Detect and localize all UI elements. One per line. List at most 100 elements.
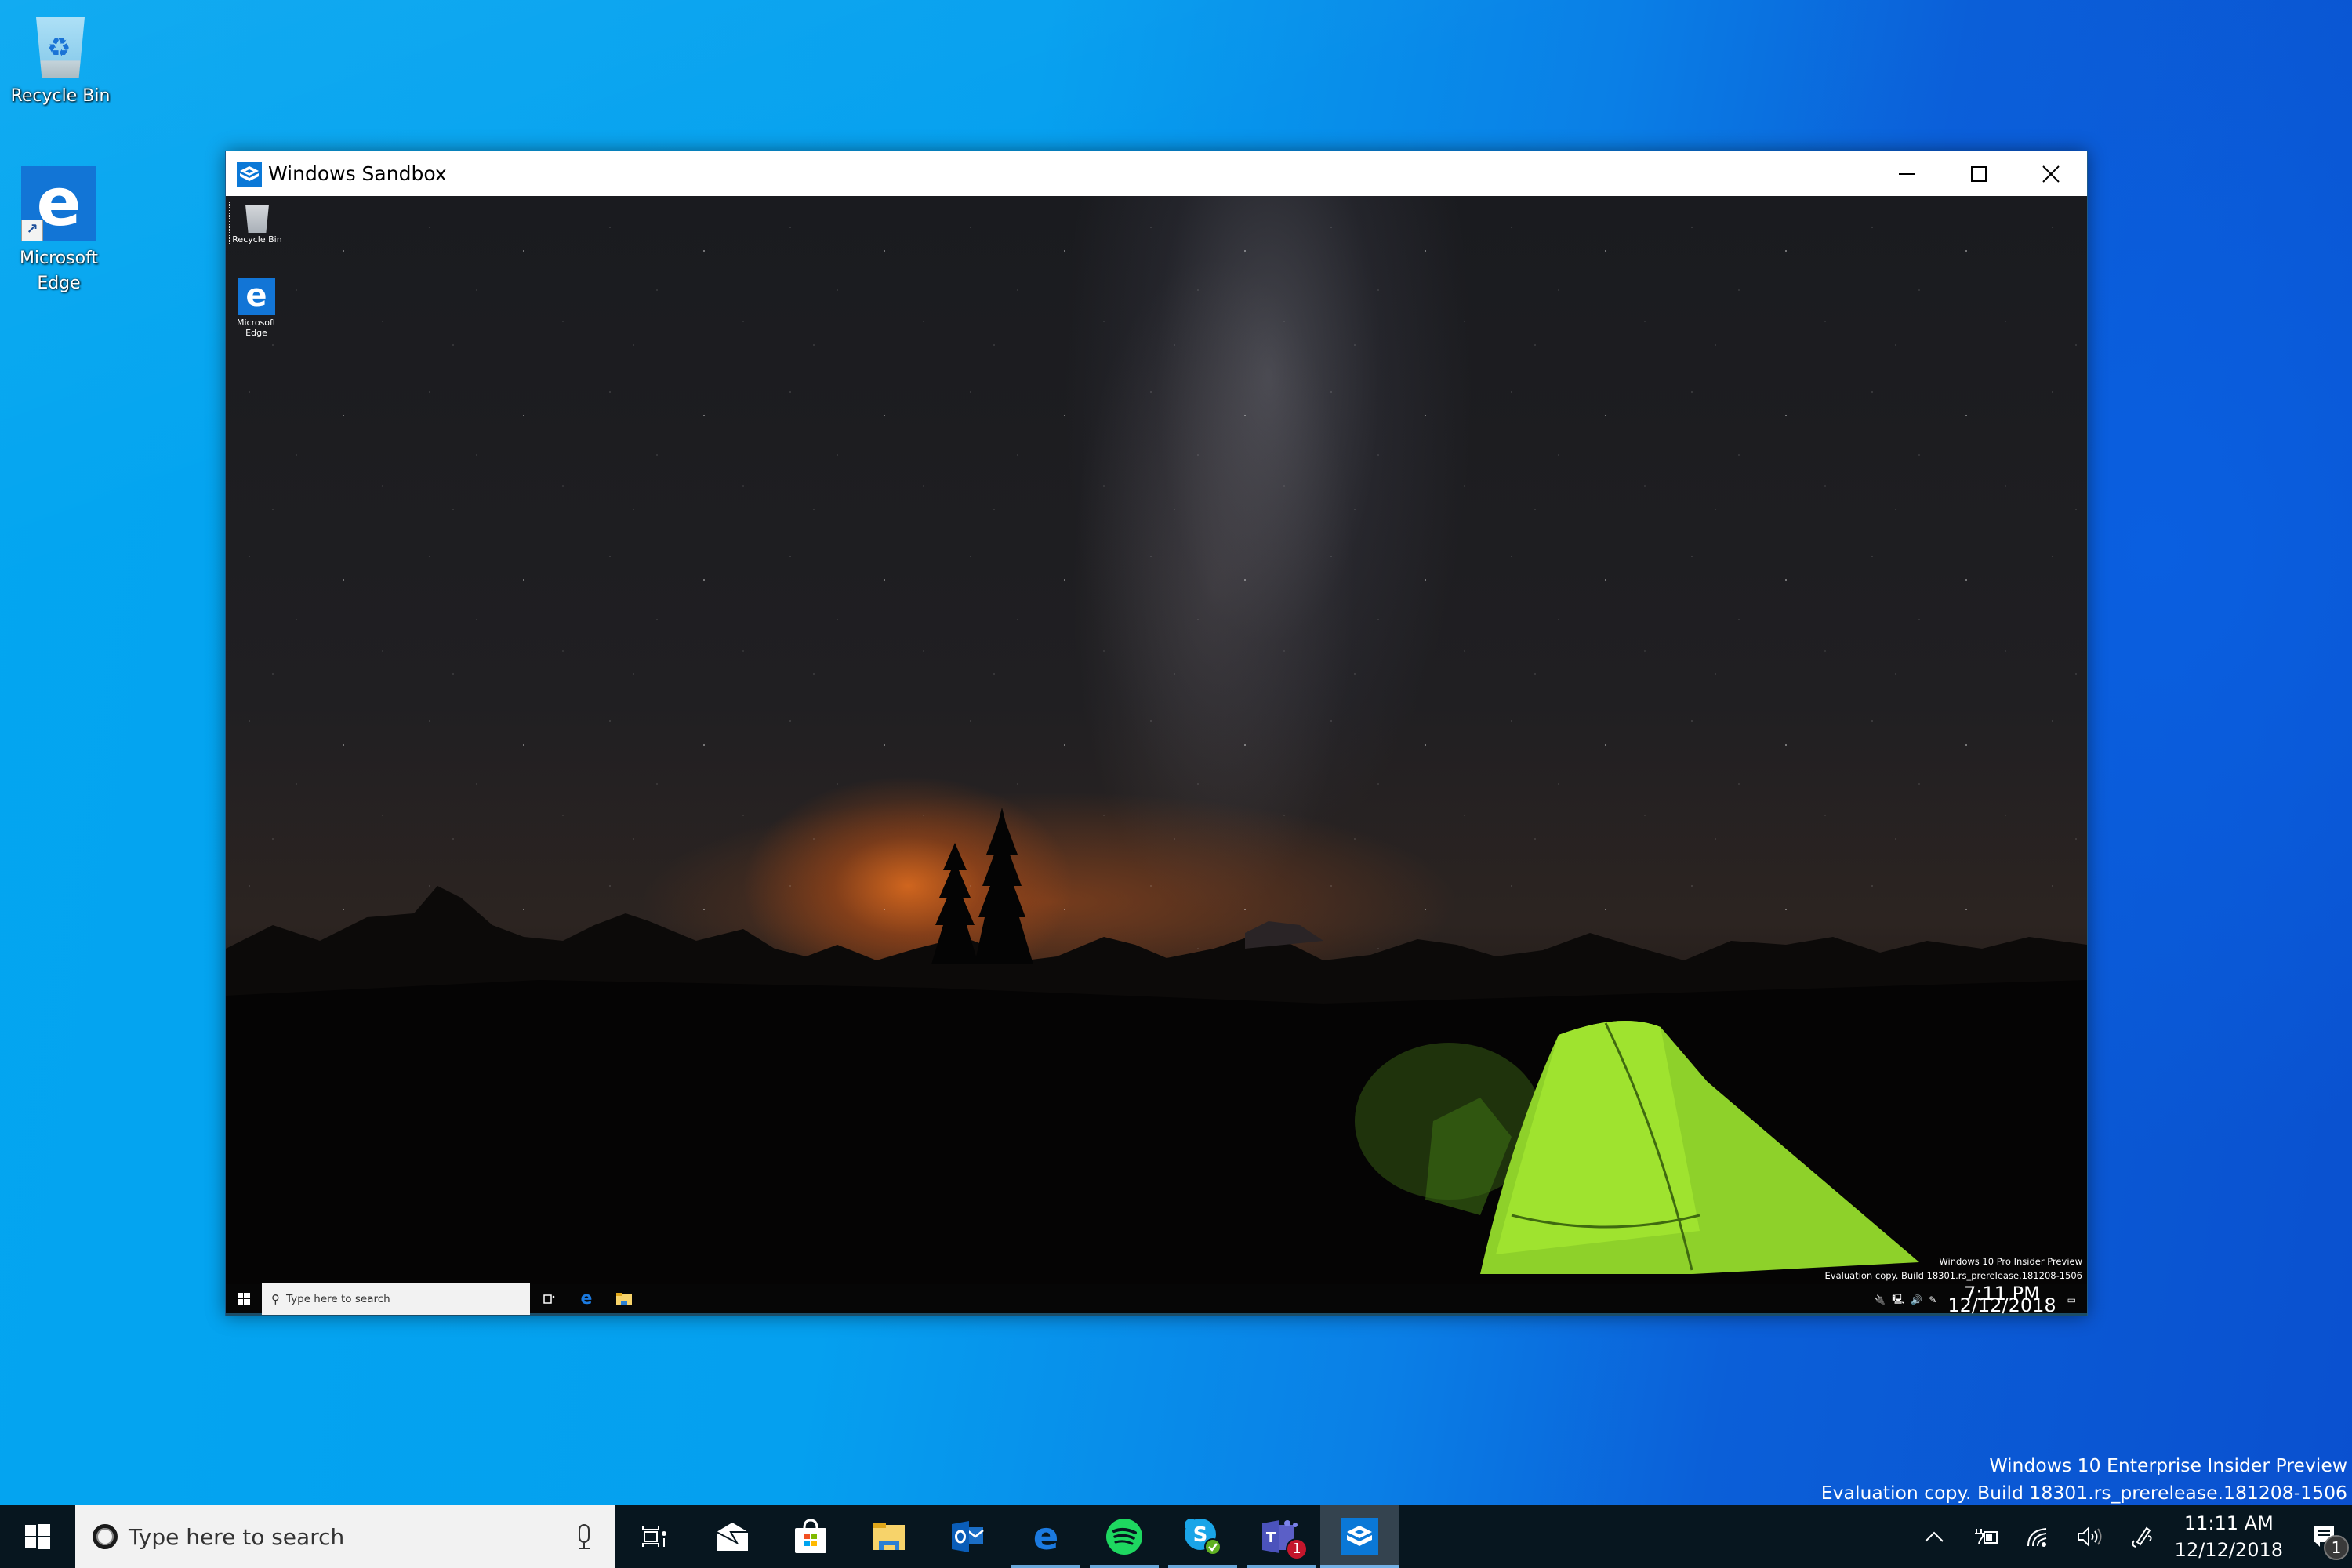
sandbox-icon-label: Edge: [245, 328, 267, 338]
minimize-icon: [1899, 172, 1915, 175]
clock-time: 11:11 AM: [2183, 1512, 2274, 1534]
task-view-icon: [642, 1526, 666, 1547]
sandbox-file-explorer-button[interactable]: [605, 1283, 643, 1315]
watermark-line: Windows 10 Pro Insider Preview: [1939, 1256, 2082, 1267]
skype-icon: S: [1185, 1519, 1221, 1555]
chevron-up-icon: [1924, 1531, 1944, 1542]
sandbox-taskbar: ⚲ Type here to search e 🔌 🖳 🔊 ✎ 7:11 PM …: [226, 1283, 2087, 1316]
taskbar-clock[interactable]: 11:11 AM 12/12/2018: [2175, 1510, 2283, 1563]
maximize-icon: [1971, 165, 1987, 182]
taskbar: Type here to search e S T 1 11:11 AM 12/…: [0, 1505, 2352, 1568]
desktop-icon-label: Microsoft: [19, 249, 99, 268]
taskbar-app-mail[interactable]: [693, 1505, 771, 1568]
running-indicator: [1320, 1565, 1399, 1568]
pen-icon[interactable]: ✎: [1929, 1294, 1936, 1305]
mail-icon: [716, 1523, 748, 1551]
close-icon: [2042, 165, 2060, 183]
file-explorer-icon: [873, 1523, 905, 1550]
edge-icon: e ↗: [21, 166, 96, 241]
sandbox-watermark: Windows 10 Pro Insider Preview Evaluatio…: [1825, 1254, 2082, 1283]
sandbox-icon-microsoft-edge[interactable]: e Microsoft Edge: [229, 278, 284, 338]
sandbox-icon: [237, 161, 262, 187]
taskbar-app-file-explorer[interactable]: [850, 1505, 928, 1568]
taskbar-app-teams[interactable]: T 1: [1242, 1505, 1320, 1568]
windows-logo-icon: [25, 1524, 50, 1549]
svg-text:T: T: [1266, 1530, 1276, 1546]
show-hidden-icons-button[interactable]: [1908, 1505, 1960, 1568]
task-view-icon: [543, 1294, 555, 1304]
running-indicator: [1247, 1565, 1316, 1568]
outlook-icon: [952, 1521, 984, 1552]
action-center-icon[interactable]: ▭: [2067, 1294, 2076, 1305]
search-box[interactable]: Type here to search: [75, 1505, 615, 1568]
edge-icon: e: [238, 278, 275, 315]
sandbox-task-view-button[interactable]: [530, 1283, 568, 1315]
sandbox-clock[interactable]: 7:11 PM 12/12/2018: [1947, 1284, 2056, 1316]
spotify-icon: [1106, 1519, 1142, 1555]
notification-count-badge: 1: [2324, 1535, 2349, 1560]
search-placeholder: Type here to search: [129, 1523, 345, 1550]
recycle-bin-icon: ♻: [33, 9, 88, 80]
windows-ink-button[interactable]: [2115, 1505, 2167, 1568]
desktop-icon-label: Recycle Bin: [10, 86, 111, 106]
window-title: Windows Sandbox: [268, 162, 447, 185]
sandbox-icon: [1341, 1518, 1378, 1555]
taskbar-app-store[interactable]: [771, 1505, 850, 1568]
action-center-button[interactable]: 1: [2297, 1505, 2352, 1568]
power-icon: [1974, 1529, 1998, 1545]
running-indicator: [1090, 1565, 1159, 1568]
desktop-icon-microsoft-edge[interactable]: e ↗ Microsoft Edge: [0, 166, 118, 296]
edge-icon: e: [580, 1289, 593, 1308]
network-icon[interactable]: 🖳: [1892, 1292, 1904, 1308]
sandbox-search-box[interactable]: ⚲ Type here to search: [262, 1283, 530, 1315]
maximize-button[interactable]: [1943, 151, 2015, 196]
sandbox-edge-button[interactable]: e: [568, 1283, 605, 1315]
wifi-icon: [2027, 1528, 2046, 1547]
volume-icon: [2077, 1526, 2102, 1548]
taskbar-app-task-view[interactable]: [615, 1505, 693, 1568]
running-indicator: [1011, 1565, 1080, 1568]
minimize-button[interactable]: [1871, 151, 1943, 196]
watermark-line: Evaluation copy. Build 18301.rs_prerelea…: [1820, 1482, 2347, 1504]
close-button[interactable]: [2015, 151, 2087, 196]
windows-logo-icon: [238, 1292, 250, 1305]
teams-badge: 1: [1286, 1538, 1308, 1560]
desktop-icon-label: Edge: [37, 274, 81, 293]
volume-icon[interactable]: 🔊: [1911, 1294, 1922, 1305]
watermark-line: Evaluation copy. Build 18301.rs_prerelea…: [1824, 1270, 2082, 1281]
sandbox-icon-label: Recycle Bin: [232, 234, 282, 245]
microphone-icon[interactable]: [575, 1524, 593, 1551]
sandbox-icon-recycle-bin[interactable]: Recycle Bin: [229, 201, 285, 245]
recycle-bin-icon: [245, 205, 269, 233]
title-bar[interactable]: Windows Sandbox: [226, 151, 2087, 196]
sandbox-icon-label: Microsoft: [236, 318, 277, 328]
cortana-icon: [93, 1524, 118, 1549]
desktop-watermark: Windows 10 Enterprise Insider Preview Ev…: [1821, 1452, 2347, 1507]
edge-icon: e: [1033, 1515, 1059, 1559]
volume-button[interactable]: [2063, 1505, 2115, 1568]
running-indicator: [1168, 1565, 1237, 1568]
start-button[interactable]: [0, 1505, 75, 1568]
sandbox-desktop[interactable]: Recycle Bin e Microsoft Edge Windows 10 …: [226, 196, 2087, 1316]
taskbar-app-edge[interactable]: e: [1007, 1505, 1085, 1568]
sandbox-window: Windows Sandbox Recycle Bin e Microsoft …: [225, 151, 2088, 1316]
taskbar-app-spotify[interactable]: [1085, 1505, 1163, 1568]
sandbox-start-button[interactable]: [226, 1283, 262, 1315]
sandbox-search-placeholder: Type here to search: [286, 1292, 390, 1305]
taskbar-app-skype[interactable]: S: [1163, 1505, 1242, 1568]
network-button[interactable]: [2012, 1505, 2063, 1568]
power-icon[interactable]: 🔌: [1874, 1294, 1886, 1305]
shortcut-arrow-icon: ↗: [21, 220, 43, 241]
sandbox-system-tray: 🔌 🖳 🔊 ✎ 7:11 PM 12/12/2018 ▭: [1871, 1284, 2087, 1316]
store-icon: [795, 1519, 826, 1553]
file-explorer-icon: [616, 1292, 632, 1305]
desktop-icon-recycle-bin[interactable]: ♻ Recycle Bin: [2, 9, 119, 108]
system-tray: 11:11 AM 12/12/2018 1: [1908, 1505, 2352, 1568]
clock-date: 12/12/2018: [2174, 1539, 2283, 1561]
power-button[interactable]: [1960, 1505, 2012, 1568]
taskbar-app-windows-sandbox[interactable]: [1320, 1505, 1399, 1568]
pen-icon: [2132, 1526, 2152, 1548]
clock-date: 12/12/2018: [1947, 1294, 2056, 1316]
taskbar-app-outlook[interactable]: [928, 1505, 1007, 1568]
wallpaper-landscape: [226, 808, 2087, 1316]
